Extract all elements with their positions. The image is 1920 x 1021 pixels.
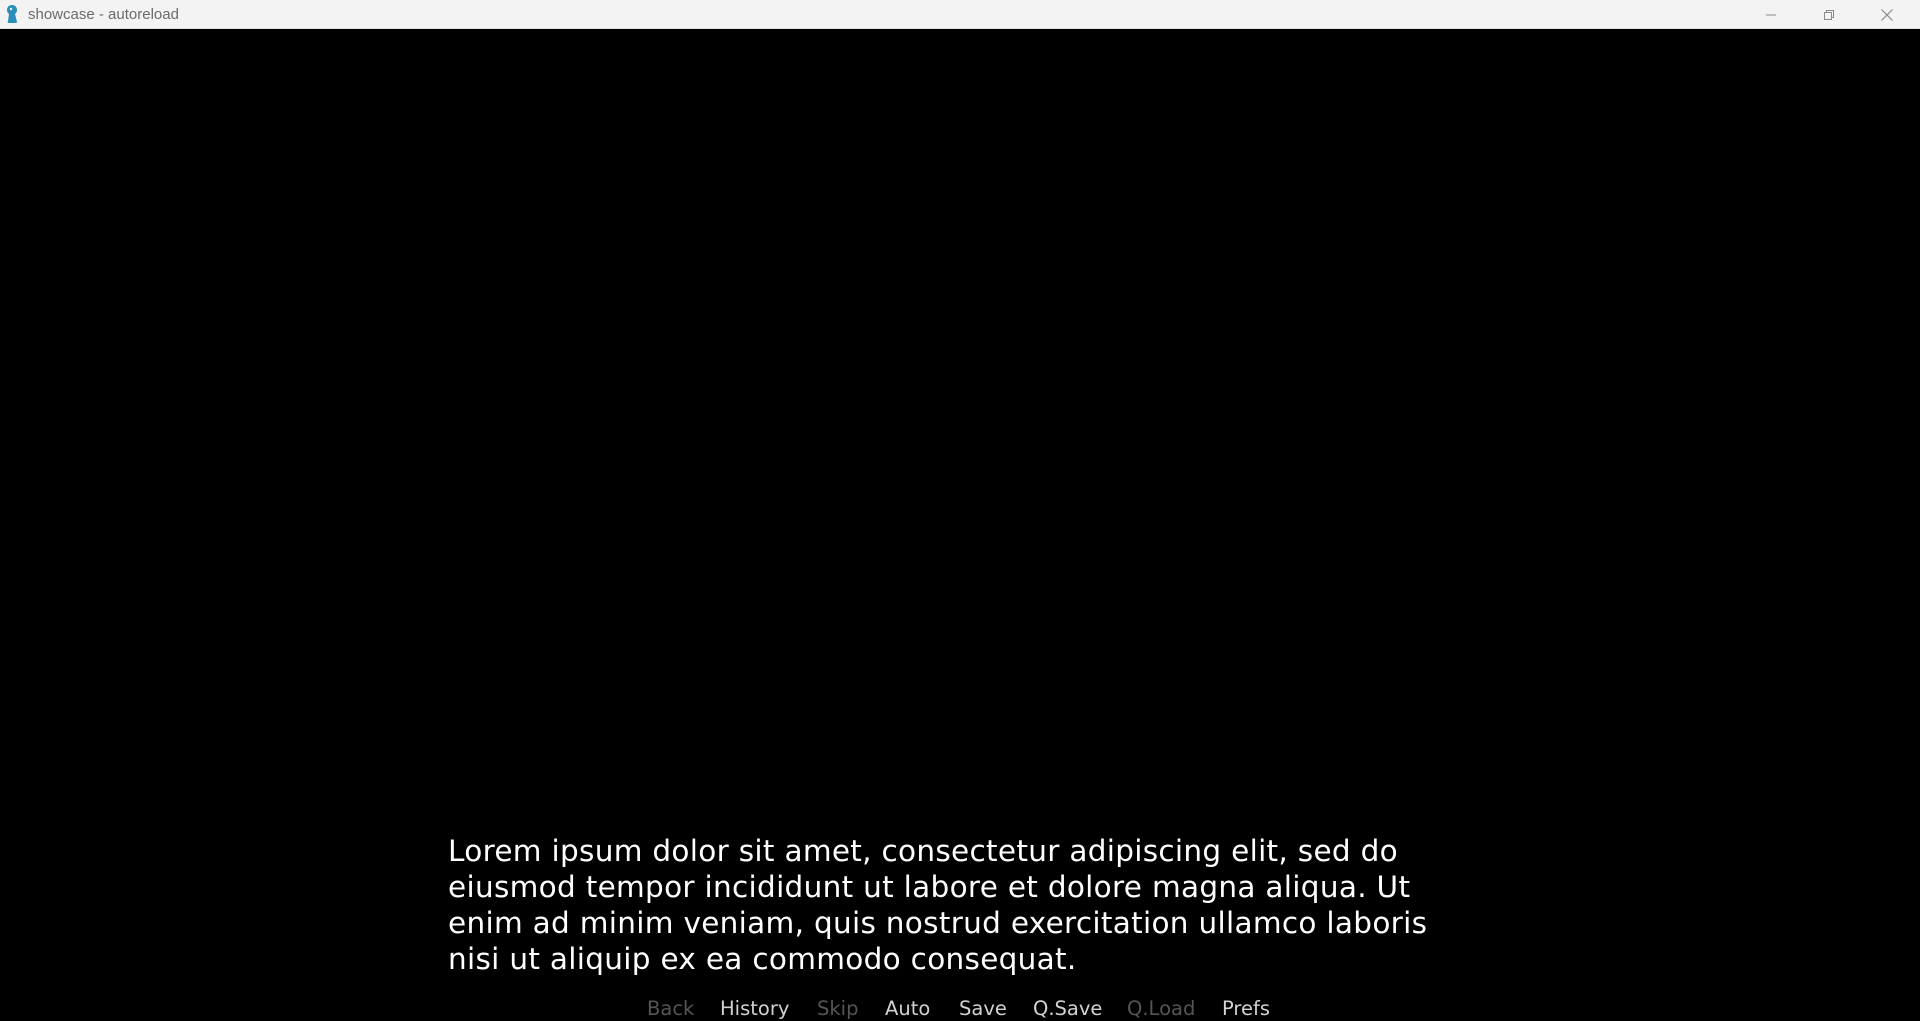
window-titlebar[interactable]: showcase - autoreload (0, 0, 1920, 29)
quick-menu-qsave[interactable]: Q.Save (1033, 996, 1102, 1021)
quick-menu-qload[interactable]: Q.Load (1127, 996, 1195, 1021)
quick-menu-prefs[interactable]: Prefs (1222, 996, 1270, 1021)
renpy-icon (7, 5, 17, 23)
quick-menu-save[interactable]: Save (959, 996, 1007, 1021)
minimize-icon (1766, 14, 1776, 15)
restore-button[interactable] (1800, 0, 1858, 29)
close-button[interactable] (1858, 0, 1916, 29)
quick-menu-auto[interactable]: Auto (885, 996, 930, 1021)
quick-menu-skip[interactable]: Skip (817, 996, 858, 1021)
window-title: showcase - autoreload (28, 6, 179, 23)
minimize-button[interactable] (1742, 0, 1800, 29)
close-icon (1881, 8, 1893, 21)
quick-menu: Back History Skip Auto Save Q.Save Q.Loa… (0, 996, 1920, 1021)
quick-menu-history[interactable]: History (720, 996, 789, 1021)
restore-icon (1824, 9, 1834, 20)
dialogue-text: Lorem ipsum dolor sit amet, consectetur … (448, 834, 1428, 976)
quick-menu-back[interactable]: Back (647, 996, 694, 1021)
